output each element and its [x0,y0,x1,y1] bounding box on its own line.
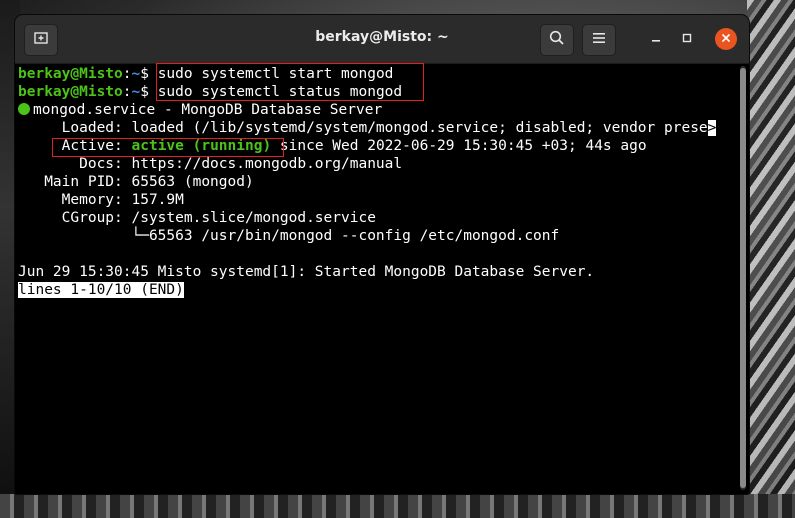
scrollbar-thumb[interactable] [740,68,746,488]
menu-button[interactable] [582,24,616,56]
terminal-window: berkay@Misto: ~ berkay@Misto:~$ sudo sys… [15,15,749,494]
search-button[interactable] [540,24,574,56]
loaded-text: Loaded: loaded (/lib/systemd/system/mong… [18,120,708,136]
docs-line: Docs: https://docs.mongodb.org/manual [18,156,403,172]
search-icon [549,30,565,50]
close-icon [721,32,731,46]
status-dot-icon [18,103,30,115]
terminal-output[interactable]: berkay@Misto:~$ sudo systemctl start mon… [18,65,733,491]
active-status-highlight-box [52,138,284,157]
desktop-background-bottom [0,494,795,518]
minimize-button[interactable] [645,28,667,50]
truncation-marker: > [707,120,717,136]
prompt-path: ~ [131,84,141,100]
log-line: Jun 29 15:30:45 Misto systemd[1]: Starte… [18,264,595,280]
scrollbar[interactable] [740,66,746,490]
pager-status: lines 1-10/10 (END) [18,282,184,298]
prompt-char: $ [140,84,149,100]
commands-highlight-box [156,63,424,101]
minimize-icon [651,32,661,46]
title-bar[interactable]: berkay@Misto: ~ [15,15,749,64]
pager-status-line: lines 1-10/10 (END) [18,281,184,299]
cgroup-line: CGroup: /system.slice/mongod.service [18,210,376,226]
service-line: mongod.service - MongoDB Database Server [18,101,382,119]
active-since: since Wed 2022-06-29 15:30:45 +03; 44s a… [271,138,647,154]
service-name: mongod.service - MongoDB Database Server [33,102,383,118]
prompt-path: ~ [131,66,141,82]
hamburger-menu-icon [592,32,606,48]
main-pid-line: Main PID: 65563 (mongod) [18,174,254,190]
loaded-line: Loaded: loaded (/lib/systemd/system/mong… [18,119,717,137]
maximize-icon [682,32,692,46]
prompt-separator: : [122,84,132,100]
close-button[interactable] [715,28,737,50]
maximize-button[interactable] [676,28,698,50]
desktop-background-right [747,0,795,518]
cgroup-process-line: └─65563 /usr/bin/mongod --config /etc/mo… [18,228,560,244]
prompt-separator: : [122,66,132,82]
prompt-user: berkay@Misto [18,84,123,100]
window-title: berkay@Misto: ~ [315,29,449,45]
prompt-user: berkay@Misto [18,66,123,82]
prompt-char: $ [140,66,149,82]
memory-line: Memory: 157.9M [18,192,184,208]
